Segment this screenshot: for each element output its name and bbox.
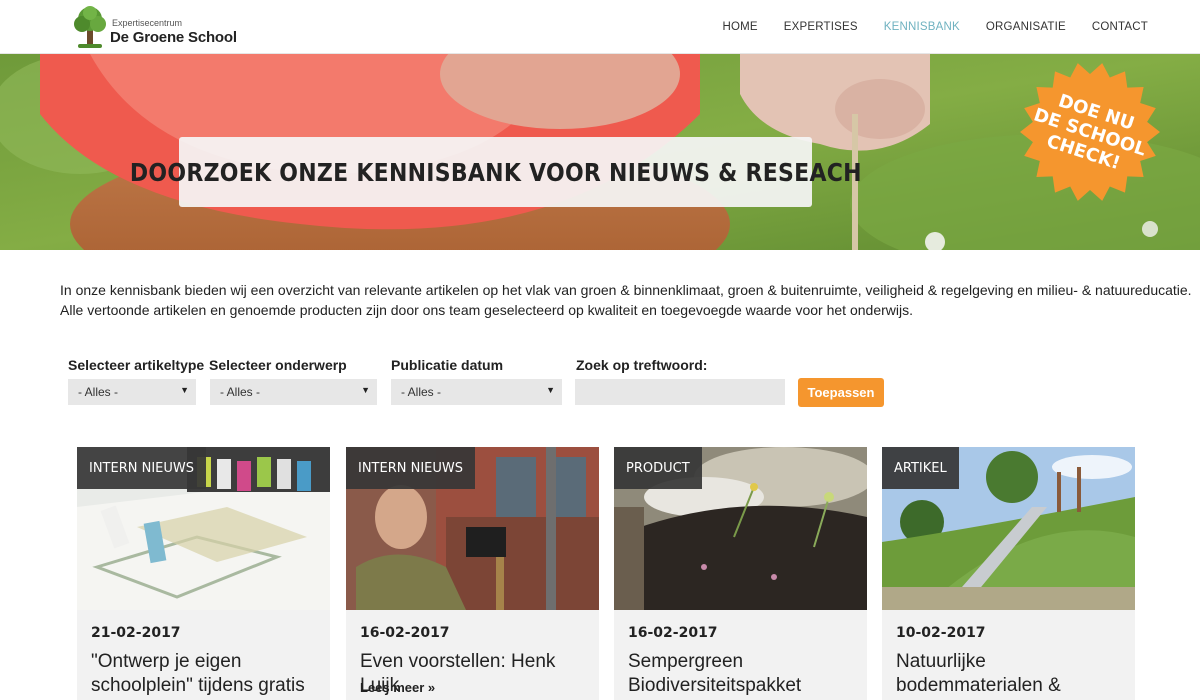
nav-kennisbank[interactable]: KENNISBANK — [884, 21, 960, 33]
hero-banner: DOORZOEK ONZE KENNISBANK VOOR NIEUWS & R… — [0, 54, 1200, 250]
site-header: Expertisecentrum De Groene School HOME E… — [0, 0, 1200, 54]
card-date: 21-02-2017 — [91, 625, 181, 641]
card-date: 16-02-2017 — [628, 625, 718, 641]
subject-select[interactable]: - Alles - ▼ — [210, 379, 377, 405]
card-title: Sempergreen Biodiversiteitspakket — [628, 651, 802, 696]
card-tag: INTERN NIEUWS — [346, 447, 475, 489]
keyword-input[interactable] — [575, 379, 785, 405]
site-logo[interactable]: Expertisecentrum De Groene School — [72, 4, 242, 50]
tree-icon — [74, 6, 106, 48]
hero-title-panel: DOORZOEK ONZE KENNISBANK VOOR NIEUWS & R… — [130, 137, 861, 207]
nav-contact[interactable]: CONTACT — [1092, 21, 1148, 33]
card-date: 16-02-2017 — [360, 625, 450, 641]
keyword-filter-label: Zoek op treftwoord: — [576, 357, 708, 373]
card-title: "Ontwerp je eigen schoolplein" tijdens g… — [91, 651, 305, 696]
school-check-badge[interactable]: DOE NU DE SCHOOL CHECK! — [1018, 60, 1162, 204]
article-card[interactable]: INTERN NIEUWS 16-02-2017 Even voorstelle… — [346, 447, 599, 700]
intro-text: In onze kennisbank bieden wij een overzi… — [60, 281, 1192, 320]
apply-button[interactable]: Toepassen — [798, 378, 884, 407]
type-select[interactable]: - Alles - ▼ — [68, 379, 196, 405]
date-filter-label: Publicatie datum — [391, 357, 504, 373]
card-tag: ARTIKEL — [882, 447, 959, 489]
dropdown-arrow-icon: ▼ — [546, 385, 555, 395]
nav-home[interactable]: HOME — [722, 21, 757, 33]
read-more-link[interactable]: Lees meer » — [360, 680, 435, 695]
type-filter-label: Selecteer artikeltype — [68, 357, 205, 373]
nav-organisatie[interactable]: ORGANISATIE — [986, 21, 1066, 33]
article-card[interactable]: ARTIKEL 10-02-2017 Natuurlijke bodemmate… — [882, 447, 1135, 700]
article-card[interactable]: PRODUCT 16-02-2017 Sempergreen Biodivers… — [614, 447, 867, 700]
logo-subtitle: Expertisecentrum — [112, 18, 183, 28]
article-card[interactable]: INTERN NIEUWS 21-02-2017 "Ontwerp je eig… — [77, 447, 330, 700]
subject-select-value: - Alles - — [220, 385, 261, 399]
date-select-value: - Alles - — [401, 385, 442, 399]
card-date: 10-02-2017 — [896, 625, 986, 641]
intro-line: In onze kennisbank bieden wij een overzi… — [60, 282, 1192, 298]
card-tag: PRODUCT — [614, 447, 702, 489]
type-select-value: - Alles - — [78, 385, 119, 399]
card-title: Natuurlijke bodemmaterialen & — [896, 651, 1061, 696]
dropdown-arrow-icon: ▼ — [361, 385, 370, 395]
main-nav: HOME EXPERTISES KENNISBANK ORGANISATIE C… — [696, 0, 1148, 54]
subject-filter-label: Selecteer onderwerp — [209, 357, 347, 373]
dropdown-arrow-icon: ▼ — [180, 385, 189, 395]
card-tag: INTERN NIEUWS — [77, 447, 206, 489]
nav-expertises[interactable]: EXPERTISES — [784, 21, 858, 33]
logo-title: De Groene School — [110, 29, 237, 46]
intro-line: Alle vertoonde artikelen en genoemde pro… — [60, 301, 913, 318]
date-select[interactable]: - Alles - ▼ — [391, 379, 562, 405]
hero-title: DOORZOEK ONZE KENNISBANK VOOR NIEUWS & R… — [129, 157, 862, 187]
